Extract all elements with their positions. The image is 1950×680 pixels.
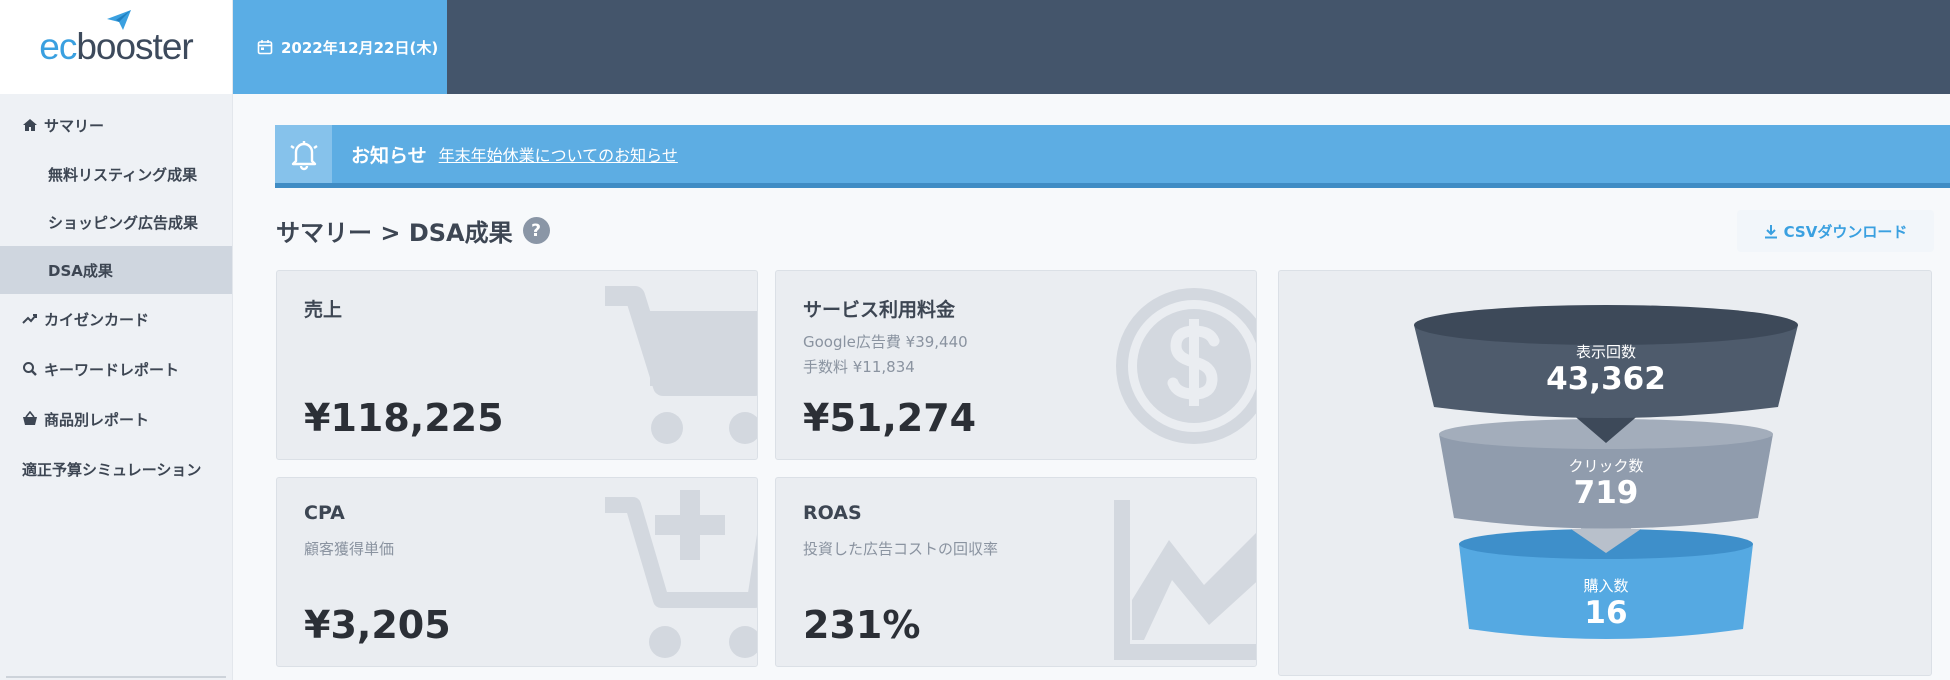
- help-icon[interactable]: ?: [522, 217, 550, 244]
- top-bar: 2022年12月22日(木): [233, 0, 1950, 94]
- cart-plus-icon: [605, 490, 757, 658]
- date-text: 2022年12月22日(木): [281, 38, 439, 57]
- csv-download-label: CSVダウンロード: [1783, 222, 1908, 241]
- cpa-description: 顧客獲得単価: [304, 540, 395, 558]
- funnel-clicks: クリック数 719: [1506, 455, 1706, 510]
- download-icon: [1764, 224, 1778, 239]
- sidebar-item-product-report[interactable]: 商品別レポート: [0, 394, 232, 444]
- notice-link[interactable]: 年末年始休業についてのお知らせ: [439, 142, 678, 166]
- roas-card: ROAS 投資した広告コストの回収率 231%: [775, 477, 1257, 667]
- bell-icon: [275, 125, 332, 183]
- notice-bar: お知らせ 年末年始休業についてのお知らせ: [275, 125, 1950, 188]
- roas-value: 231%: [803, 603, 921, 647]
- service-fee-card: サービス利用料金 Google広告費 ¥39,440 手数料 ¥11,834 ¥…: [775, 270, 1257, 460]
- purchases-label: 購入数: [1583, 577, 1629, 595]
- purchases-value: 16: [1584, 595, 1628, 631]
- sidebar-item-shopping-ads[interactable]: ショッピング広告成果: [0, 198, 232, 246]
- sidebar: ecbooster サマリー 無料リスティング成果 ショッピング広告成果 DSA…: [0, 0, 233, 680]
- cpa-label: CPA: [304, 502, 345, 524]
- csv-download-button[interactable]: CSVダウンロード: [1737, 210, 1934, 252]
- logo-area[interactable]: ecbooster: [0, 0, 232, 94]
- line-chart-icon: [1114, 500, 1256, 660]
- sales-card: 売上 ¥118,225: [276, 270, 758, 460]
- service-fee-label: サービス利用料金: [803, 299, 956, 321]
- google-ads-cost: Google広告費 ¥39,440: [803, 333, 968, 351]
- sales-value: ¥118,225: [304, 396, 504, 440]
- clicks-value: 719: [1573, 475, 1639, 511]
- paper-plane-icon: [107, 10, 132, 30]
- cpa-card: CPA 顧客獲得単価 ¥3,205: [276, 477, 758, 667]
- sidebar-item-budget-simulation[interactable]: 適正予算シミュレーション: [0, 444, 232, 494]
- home-icon: [22, 117, 38, 133]
- calendar-icon: [257, 39, 273, 55]
- funnel-impressions: 表示回数 43,362: [1506, 341, 1706, 396]
- impressions-value: 43,362: [1546, 361, 1666, 397]
- cart-icon: [605, 286, 757, 444]
- roas-label: ROAS: [803, 502, 862, 524]
- sidebar-item-label: キーワードレポート: [44, 360, 180, 379]
- commission-fee: 手数料 ¥11,834: [803, 358, 915, 376]
- impressions-label: 表示回数: [1575, 343, 1636, 361]
- sidebar-item-free-listing[interactable]: 無料リスティング成果: [0, 150, 232, 198]
- conversion-funnel: 表示回数 43,362 クリック数 719 購入数 16: [1278, 270, 1932, 676]
- sales-label: 売上: [304, 299, 343, 321]
- sidebar-item-label: 適正予算シミュレーション: [22, 460, 202, 479]
- sidebar-nav: サマリー 無料リスティング成果 ショッピング広告成果 DSA成果 カイゼンカード…: [0, 94, 232, 494]
- service-fee-value: ¥51,274: [803, 396, 977, 440]
- funnel-purchases: 購入数 16: [1506, 575, 1706, 630]
- notice-title: お知らせ: [351, 144, 427, 167]
- roas-description: 投資した広告コストの回収率: [803, 540, 999, 558]
- sidebar-item-label: カイゼンカード: [44, 310, 150, 329]
- sidebar-item-dsa[interactable]: DSA成果: [0, 246, 232, 294]
- cpa-value: ¥3,205: [304, 603, 451, 647]
- sidebar-item-label: サマリー: [44, 116, 105, 135]
- dollar-coin-icon: [1116, 288, 1256, 444]
- date-display[interactable]: 2022年12月22日(木): [233, 0, 447, 94]
- breadcrumb: サマリー > DSA成果: [276, 219, 513, 247]
- sidebar-item-summary[interactable]: サマリー: [0, 100, 232, 150]
- page-title: サマリー > DSA成果 ?: [276, 213, 550, 248]
- basket-icon: [22, 411, 38, 427]
- trend-icon: [22, 311, 38, 327]
- ecbooster-logo[interactable]: ecbooster: [39, 10, 194, 68]
- search-icon: [22, 361, 38, 377]
- sidebar-item-label: 商品別レポート: [44, 410, 150, 429]
- clicks-label: クリック数: [1568, 457, 1644, 475]
- sidebar-item-keyword-report[interactable]: キーワードレポート: [0, 344, 232, 394]
- sidebar-item-kaizen-card[interactable]: カイゼンカード: [0, 294, 232, 344]
- sidebar-divider: [6, 676, 226, 678]
